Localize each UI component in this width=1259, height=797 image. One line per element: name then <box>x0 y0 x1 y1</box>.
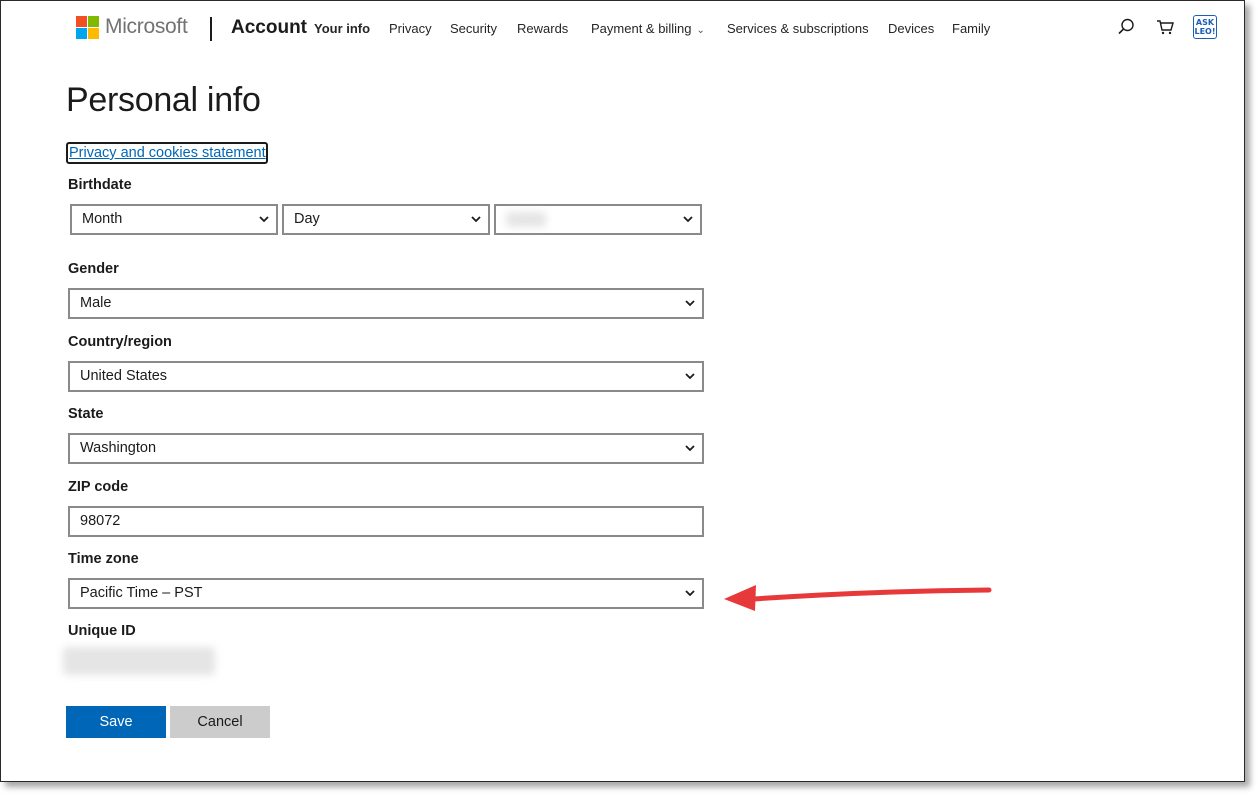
cart-icon[interactable] <box>1154 16 1176 38</box>
timezone-value: Pacific Time – PST <box>80 585 203 601</box>
top-header: Microsoft Account Your info Privacy Secu… <box>1 1 1244 57</box>
gender-value: Male <box>80 295 112 311</box>
unique-id-label: Unique ID <box>68 623 136 639</box>
chevron-down-icon <box>685 373 695 380</box>
gender-select[interactable]: Male <box>68 288 704 319</box>
state-label: State <box>68 406 104 422</box>
page-title: Personal info <box>66 81 261 119</box>
microsoft-logo-icon[interactable] <box>76 16 99 39</box>
gender-label: Gender <box>68 261 119 277</box>
chevron-down-icon <box>685 590 695 597</box>
timezone-label: Time zone <box>68 551 139 567</box>
chevron-down-icon <box>683 216 693 223</box>
chevron-down-icon <box>685 445 695 452</box>
birthdate-label: Birthdate <box>68 177 132 193</box>
cancel-button[interactable]: Cancel <box>170 706 270 738</box>
chevron-down-icon: ⌄ <box>696 25 705 36</box>
zip-value: 98072 <box>80 513 121 529</box>
chevron-down-icon <box>471 216 481 223</box>
ask-leo-badge-icon[interactable]: ASK LEO! <box>1193 15 1217 39</box>
nav-privacy[interactable]: Privacy <box>389 21 432 36</box>
save-button[interactable]: Save <box>66 706 166 738</box>
badge-text-1: ASK <box>1195 18 1215 27</box>
nav-family[interactable]: Family <box>952 21 990 36</box>
chevron-down-icon <box>259 216 269 223</box>
nav-your-info[interactable]: Your info <box>314 21 370 36</box>
birth-month-value: Month <box>82 211 123 227</box>
annotation-arrow-icon <box>724 585 992 611</box>
country-label: Country/region <box>68 334 172 350</box>
privacy-cookies-link[interactable]: Privacy and cookies statement <box>66 142 268 164</box>
state-value: Washington <box>80 440 157 456</box>
account-title[interactable]: Account <box>231 17 307 39</box>
birth-month-select[interactable]: Month <box>70 204 278 235</box>
chevron-down-icon <box>685 300 695 307</box>
country-select[interactable]: United States <box>68 361 704 392</box>
nav-security[interactable]: Security <box>450 21 497 36</box>
badge-text-2: LEO! <box>1194 27 1216 36</box>
search-icon[interactable] <box>1115 16 1137 38</box>
birth-year-select[interactable] <box>494 204 702 235</box>
timezone-select[interactable]: Pacific Time – PST <box>68 578 704 609</box>
nav-payment-billing[interactable]: Payment & billing ⌄ <box>591 21 705 36</box>
birth-day-value: Day <box>294 211 320 227</box>
header-divider <box>210 17 212 41</box>
zip-label: ZIP code <box>68 479 129 495</box>
brand-name[interactable]: Microsoft <box>105 15 188 39</box>
country-value: United States <box>80 368 168 384</box>
nav-rewards[interactable]: Rewards <box>517 21 568 36</box>
redacted-unique-id <box>63 647 215 675</box>
nav-payment-billing-label: Payment & billing <box>591 21 692 36</box>
redacted-year <box>506 212 546 227</box>
browser-frame: Microsoft Account Your info Privacy Secu… <box>0 0 1245 782</box>
zip-input[interactable]: 98072 <box>68 506 704 537</box>
birth-day-select[interactable]: Day <box>282 204 490 235</box>
nav-services-subscriptions[interactable]: Services & subscriptions <box>727 21 869 36</box>
nav-devices[interactable]: Devices <box>888 21 934 36</box>
state-select[interactable]: Washington <box>68 433 704 464</box>
